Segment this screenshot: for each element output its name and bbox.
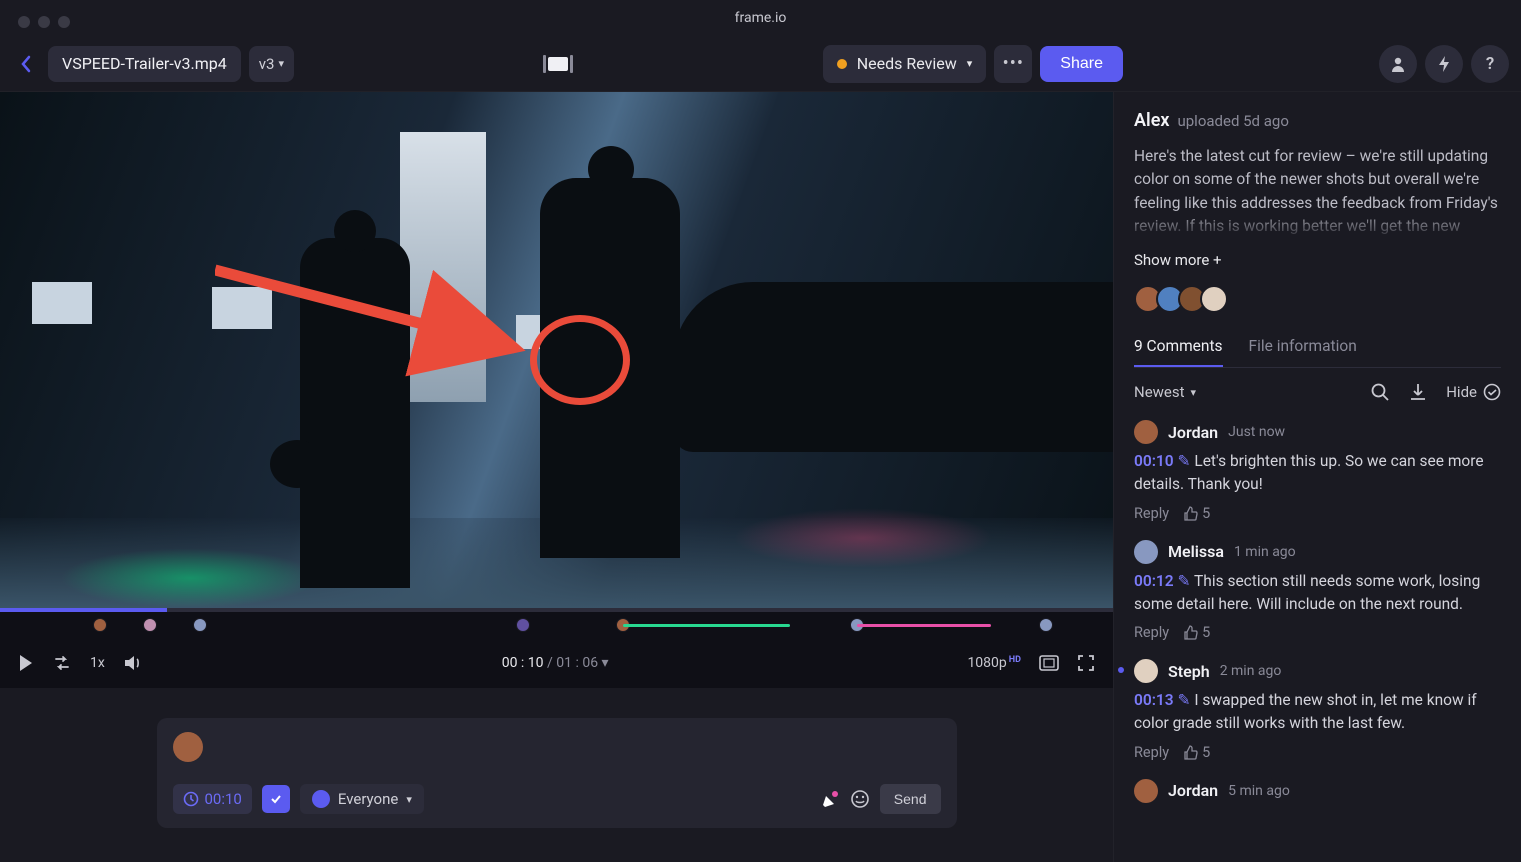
- annotation-icon: ✎: [1178, 691, 1191, 709]
- play-button[interactable]: [18, 654, 34, 672]
- check-icon: [269, 792, 283, 806]
- comment-avatar: [1134, 659, 1158, 683]
- hide-completed-toggle[interactable]: Hide: [1446, 383, 1501, 401]
- status-dot-icon: [837, 59, 847, 69]
- volume-button[interactable]: [123, 654, 143, 672]
- comment-item[interactable]: Jordan 5 min ago: [1134, 779, 1501, 803]
- draw-tool-button[interactable]: [820, 789, 840, 809]
- annotation-icon: ✎: [1178, 572, 1191, 590]
- comment-author: Steph: [1168, 662, 1210, 681]
- comment-item[interactable]: Jordan Just now 00:10 ✎ Let's brighten t…: [1134, 420, 1501, 522]
- reply-button[interactable]: Reply: [1134, 744, 1169, 761]
- top-toolbar: VSPEED-Trailer-v3.mp4 v3 ▾ Needs Review …: [0, 36, 1521, 92]
- like-button[interactable]: 5: [1183, 624, 1210, 641]
- audience-selector[interactable]: Everyone ▾: [300, 784, 424, 814]
- guides-button[interactable]: [1039, 655, 1059, 671]
- help-button[interactable]: ?: [1471, 45, 1509, 83]
- comments-sidebar: Alex uploaded 5d ago Here's the latest c…: [1113, 92, 1521, 862]
- video-canvas[interactable]: [0, 92, 1113, 608]
- comment-author: Melissa: [1168, 542, 1224, 561]
- tab-comments[interactable]: 9 Comments: [1134, 337, 1223, 367]
- comment-avatar: [1134, 779, 1158, 803]
- window-title: frame.io: [0, 0, 1521, 36]
- uploader-meta: uploaded 5d ago: [1177, 112, 1288, 130]
- asset-description: Here's the latest cut for review – we're…: [1134, 145, 1501, 241]
- more-actions-button[interactable]: •••: [994, 45, 1032, 83]
- timeline-range[interactable]: [857, 624, 991, 627]
- comment-timecode[interactable]: 00:12: [1134, 572, 1174, 590]
- comment-author: Jordan: [1168, 781, 1218, 800]
- comment-meta: 5 min ago: [1228, 783, 1290, 799]
- uploader-name: Alex: [1134, 110, 1169, 131]
- account-button[interactable]: [1379, 45, 1417, 83]
- comment-avatar: [1134, 420, 1158, 444]
- comment-meta: Just now: [1228, 424, 1285, 440]
- chevron-down-icon: ▾: [967, 57, 973, 70]
- comment-timecode[interactable]: 00:10: [1134, 452, 1174, 470]
- timeline[interactable]: [0, 608, 1113, 638]
- comment-avatar: [1134, 540, 1158, 564]
- emoji-button[interactable]: [850, 789, 870, 809]
- comment-item[interactable]: Melissa 1 min ago 00:12 ✎ This section s…: [1134, 540, 1501, 642]
- show-more-button[interactable]: Show more +: [1134, 251, 1501, 269]
- playback-speed[interactable]: 1x: [90, 655, 105, 671]
- back-button[interactable]: [12, 50, 40, 78]
- chevron-down-icon: ▾: [406, 793, 412, 806]
- attach-timecode-toggle[interactable]: [262, 785, 290, 813]
- annotation-icon: ✎: [1178, 452, 1191, 470]
- timecode-display[interactable]: 00 : 10 / 01 : 06 ▾: [502, 655, 609, 671]
- download-comments-button[interactable]: [1408, 382, 1428, 402]
- timeline-marker[interactable]: [193, 618, 207, 632]
- version-label: v3: [259, 55, 275, 73]
- fullscreen-button[interactable]: [1077, 654, 1095, 672]
- comment-meta: 1 min ago: [1234, 544, 1296, 560]
- like-button[interactable]: 5: [1183, 744, 1210, 761]
- version-selector[interactable]: v3 ▾: [249, 46, 294, 82]
- resolution-selector[interactable]: 1080pHD: [967, 655, 1021, 671]
- composer-avatar: [173, 732, 203, 762]
- comment-author: Jordan: [1168, 423, 1218, 442]
- comment-meta: 2 min ago: [1220, 663, 1282, 679]
- timeline-marker[interactable]: [1039, 618, 1053, 632]
- timecode-chip[interactable]: 00:10: [173, 784, 252, 814]
- timeline-marker[interactable]: [93, 618, 107, 632]
- viewer-avatars[interactable]: [1134, 285, 1501, 313]
- timeline-range[interactable]: [623, 624, 790, 627]
- player-controls: 1x 00 : 10 / 01 : 06 ▾ 1080pHD: [0, 638, 1113, 688]
- viewer-avatar[interactable]: [1200, 285, 1228, 313]
- reply-button[interactable]: Reply: [1134, 505, 1169, 522]
- loop-button[interactable]: [52, 654, 72, 672]
- compare-view-toggle[interactable]: [543, 55, 573, 73]
- check-circle-icon: [1483, 383, 1501, 401]
- comment-composer[interactable]: 00:10 Everyone ▾: [157, 718, 957, 828]
- sort-selector[interactable]: Newest▾: [1134, 383, 1196, 401]
- timeline-marker[interactable]: [143, 618, 157, 632]
- status-label: Needs Review: [857, 54, 957, 73]
- share-button[interactable]: Share: [1040, 46, 1123, 82]
- status-selector[interactable]: Needs Review ▾: [823, 45, 987, 83]
- mac-window-controls[interactable]: [18, 16, 70, 28]
- search-comments-button[interactable]: [1370, 382, 1390, 402]
- chevron-down-icon: ▾: [278, 57, 284, 70]
- like-button[interactable]: 5: [1183, 505, 1210, 522]
- comment-item[interactable]: Steph 2 min ago 00:13 ✎ I swapped the ne…: [1134, 659, 1501, 761]
- globe-icon: [312, 790, 330, 808]
- annotation-arrow[interactable]: [215, 262, 545, 382]
- reply-button[interactable]: Reply: [1134, 624, 1169, 641]
- annotation-circle[interactable]: [530, 315, 630, 405]
- timeline-marker[interactable]: [516, 618, 530, 632]
- tab-file-information[interactable]: File information: [1249, 337, 1357, 367]
- lightning-button[interactable]: [1425, 45, 1463, 83]
- clock-icon: [183, 791, 199, 807]
- file-name-button[interactable]: VSPEED-Trailer-v3.mp4: [48, 46, 241, 82]
- comment-timecode[interactable]: 00:13: [1134, 691, 1174, 709]
- send-button[interactable]: Send: [880, 784, 941, 814]
